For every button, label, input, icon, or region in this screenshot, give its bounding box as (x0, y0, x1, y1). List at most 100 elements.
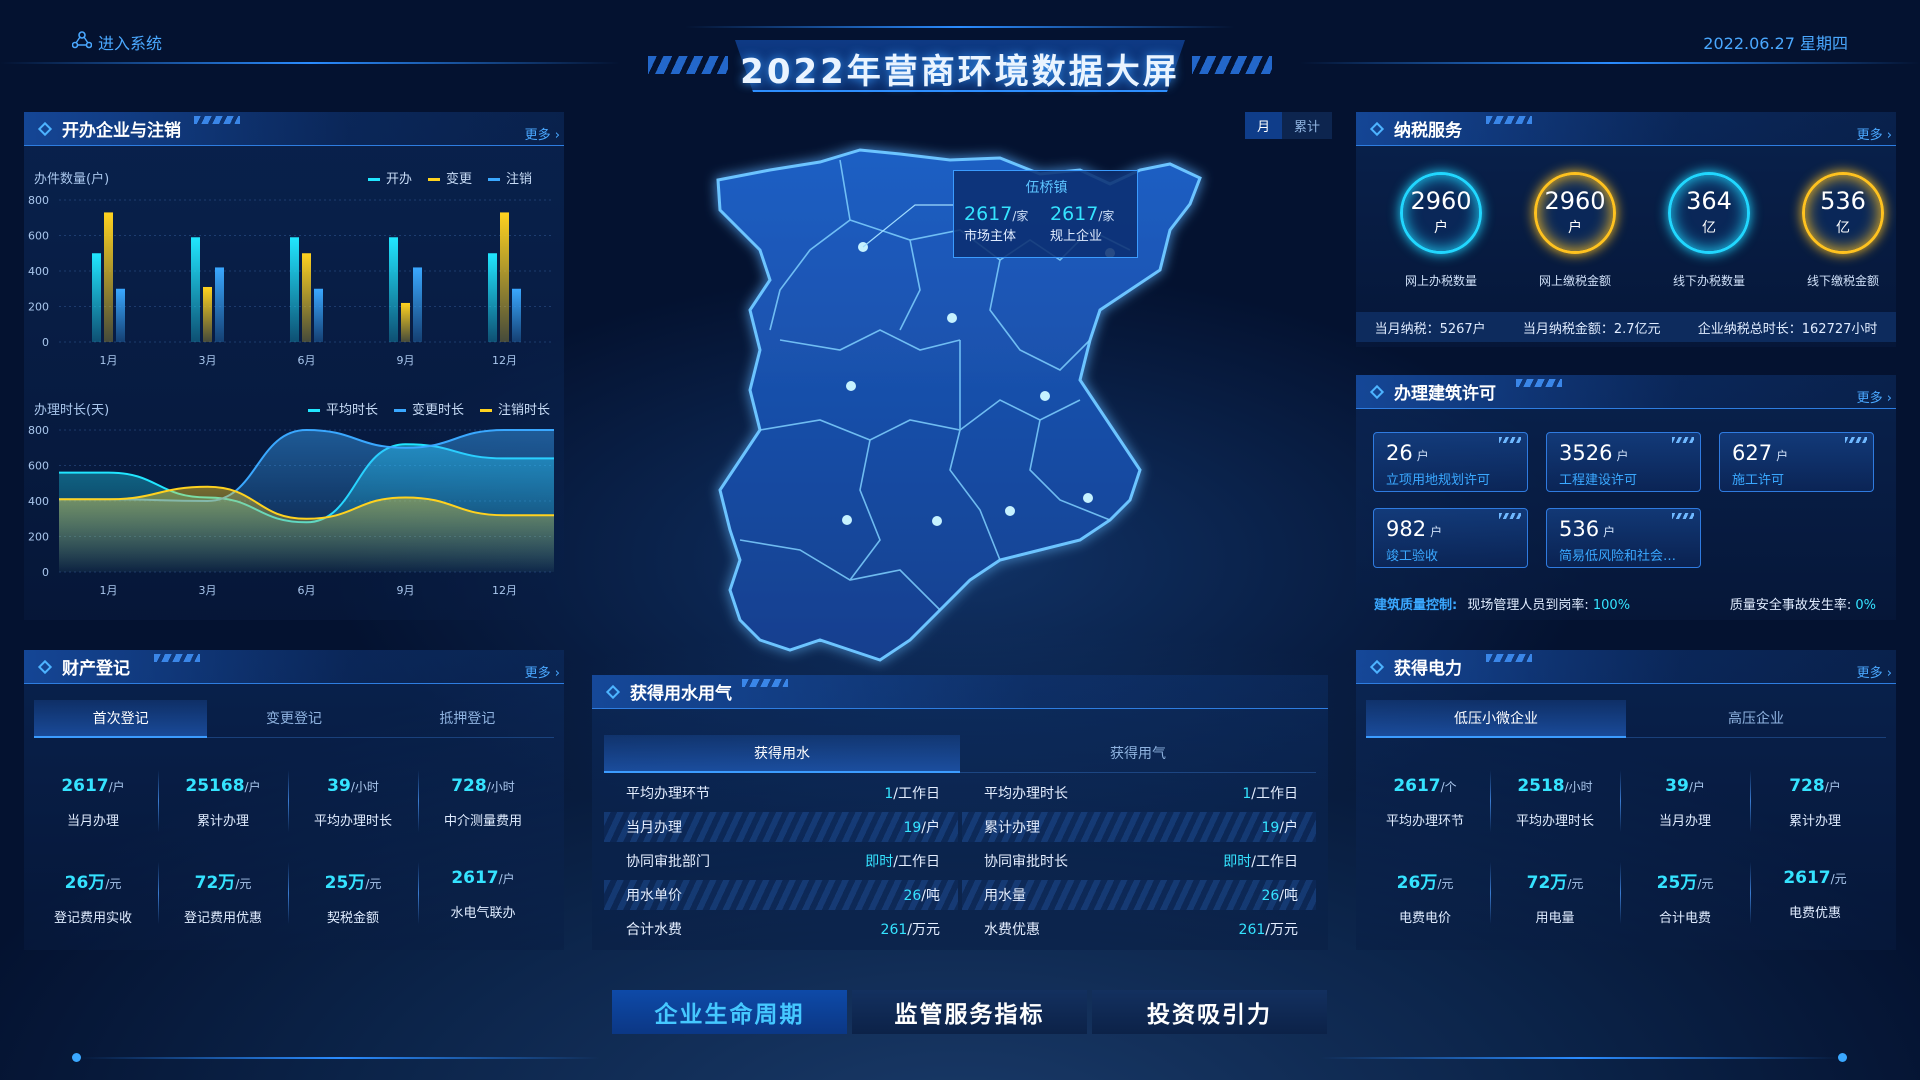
y-tick-label: 200 (28, 531, 49, 544)
stat-item: 2518/小时 平均办理时长 (1490, 776, 1620, 829)
water-row-value: 19/户 (1261, 817, 1298, 837)
tab-change-registration[interactable]: 变更登记 (207, 700, 381, 738)
nav-regulatory-indicators[interactable]: 监管服务指标 (852, 990, 1087, 1034)
nav-enterprise-lifecycle[interactable]: 企业生命周期 (612, 990, 847, 1034)
water-row-key: 合计水费 (626, 922, 682, 938)
bottom-line-left (80, 1057, 600, 1059)
tab-mortgage-registration[interactable]: 抵押登记 (380, 700, 554, 738)
panel-property-header: 财产登记 更多 › (24, 650, 564, 684)
stat-label: 累计办理 (1788, 814, 1841, 829)
tab-gas[interactable]: 获得用气 (960, 735, 1316, 773)
panel-enterprise-more-link[interactable]: 更多 › (525, 124, 560, 143)
panel-property-more-link[interactable]: 更多 › (525, 662, 560, 681)
stat-label: 中介测量费用 (443, 814, 522, 829)
stat-unit: /元 (235, 877, 252, 891)
popup-right-value: 2617 (1050, 203, 1099, 225)
stat-label: 登记费用优惠 (183, 911, 262, 926)
chart1-ylabel: 办件数量(户) (34, 172, 110, 187)
stat-label: 合计电费 (1658, 911, 1711, 926)
stat-unit: /小时 (1564, 780, 1593, 794)
water-row-value: 1/工作日 (1242, 783, 1298, 803)
panel-build-more-link[interactable]: 更多 › (1857, 387, 1892, 406)
water-row: 合计水费 261/万元 (604, 914, 958, 944)
stat-divider (1750, 862, 1751, 924)
tab-low-voltage[interactable]: 低压小微企业 (1366, 700, 1626, 738)
stat-value-line: 25168/户 (158, 776, 288, 796)
chevron-right-icon: › (1882, 128, 1892, 143)
stat-label: 电费优惠 (1788, 906, 1841, 921)
header-stripe (1486, 654, 1532, 662)
bar-变更 (401, 302, 410, 342)
y-tick-label: 800 (28, 424, 49, 437)
water-row: 用水单价 26/吨 (604, 880, 958, 910)
panel-power-more-link[interactable]: 更多 › (1857, 662, 1892, 681)
stat-item: 72万/元 登记费用优惠 (158, 868, 288, 926)
stat-item: 72万/元 用电量 (1490, 868, 1620, 926)
header-stripe (1516, 379, 1562, 387)
tax-circle: 2960 户 (1534, 172, 1616, 254)
bottom-line-right (1320, 1057, 1840, 1059)
permit-value: 3526 (1559, 441, 1613, 465)
legend-item: 开办 (367, 168, 412, 187)
legend-swatch (487, 178, 500, 181)
date-display: 2022.06.27 星期四 (1703, 34, 1848, 53)
x-tick-label: 12月 (492, 584, 517, 597)
enter-system-link[interactable]: 进入系统 (71, 30, 163, 54)
stat-value-line: 2617/户 (28, 776, 158, 796)
water-row-value: 1/工作日 (884, 783, 940, 803)
tax-circle-unit: 亿 (1836, 220, 1850, 236)
permit-value-line: 627 户 (1732, 441, 1788, 465)
tab-water[interactable]: 获得用水 (604, 735, 960, 773)
tab-high-voltage[interactable]: 高压企业 (1626, 700, 1886, 738)
stat-value-line: 72万/元 (1490, 868, 1620, 893)
tax-circle-value: 2960 (1544, 187, 1606, 215)
panel-water-header: 获得用水用气 (592, 675, 1328, 709)
stat-unit: /小时 (350, 780, 379, 794)
panel-property-title: 财产登记 (62, 659, 130, 679)
stat-value: 39 (1665, 776, 1689, 796)
popup-left-value: 2617 (964, 203, 1013, 225)
enter-system-label: 进入系统 (98, 34, 163, 53)
y-tick-label: 400 (28, 495, 49, 508)
permit-unit: 户 (1416, 449, 1429, 463)
stat-value-line: 26万/元 (28, 868, 158, 893)
permit-card[interactable]: 536 户简易低风险和社会… (1546, 508, 1701, 568)
toggle-month[interactable]: 月 (1245, 112, 1283, 139)
power-tabs: 低压小微企业 高压企业 (1366, 700, 1886, 738)
stat-label: 契税金额 (326, 911, 379, 926)
x-tick-label: 3月 (199, 354, 217, 367)
nav-investment-attraction[interactable]: 投资吸引力 (1092, 990, 1327, 1034)
permit-unit: 户 (1430, 525, 1443, 539)
title-stripe-right (1192, 56, 1272, 74)
stat-value: 2617 (61, 776, 109, 796)
legend-label: 开办 (385, 172, 412, 187)
bar-变更 (302, 253, 311, 342)
panel-tax-title: 纳税服务 (1394, 121, 1462, 141)
tax-circle-unit: 亿 (1702, 220, 1716, 236)
stat-unit: /户 (244, 780, 261, 794)
toggle-cumulative[interactable]: 累计 (1282, 112, 1333, 139)
stat-item: 39/户 当月办理 (1620, 776, 1750, 829)
permit-card[interactable]: 26 户立项用地规划许可 (1373, 432, 1528, 492)
bar-注销 (116, 288, 125, 342)
water-row-number: 261 (880, 922, 908, 938)
panel-enterprise-title: 开办企业与注销 (62, 121, 181, 141)
permit-card[interactable]: 3526 户工程建设许可 (1546, 432, 1701, 492)
stat-item: 25万/元 合计电费 (1620, 868, 1750, 926)
stat-value-line: 39/户 (1620, 776, 1750, 796)
stat-item: 26万/元 电费电价 (1360, 868, 1490, 926)
map-popup: 伍桥镇 2617/家 市场主体 2617/家 规上企业 (953, 170, 1138, 258)
permit-card[interactable]: 982 户竣工验收 (1373, 508, 1528, 568)
permit-card[interactable]: 627 户施工许可 (1719, 432, 1874, 492)
panel-tax-more-link[interactable]: 更多 › (1857, 124, 1892, 143)
legend-swatch (479, 409, 492, 412)
panel-build: 办理建筑许可 更多 › 26 户立项用地规划许可 3526 户工程建设许可 627 户施工… (1356, 375, 1896, 620)
bar-开办 (290, 237, 299, 342)
bottom-dot-left (72, 1053, 81, 1062)
permit-value: 982 (1386, 517, 1427, 541)
tab-first-registration[interactable]: 首次登记 (34, 700, 208, 738)
stat-value-line: 2617/元 (1750, 868, 1880, 888)
water-row-key: 水费优惠 (984, 922, 1040, 938)
water-row-unit: /户 (921, 820, 940, 836)
chart1-legend: 开办 变更 注销 (367, 168, 532, 187)
